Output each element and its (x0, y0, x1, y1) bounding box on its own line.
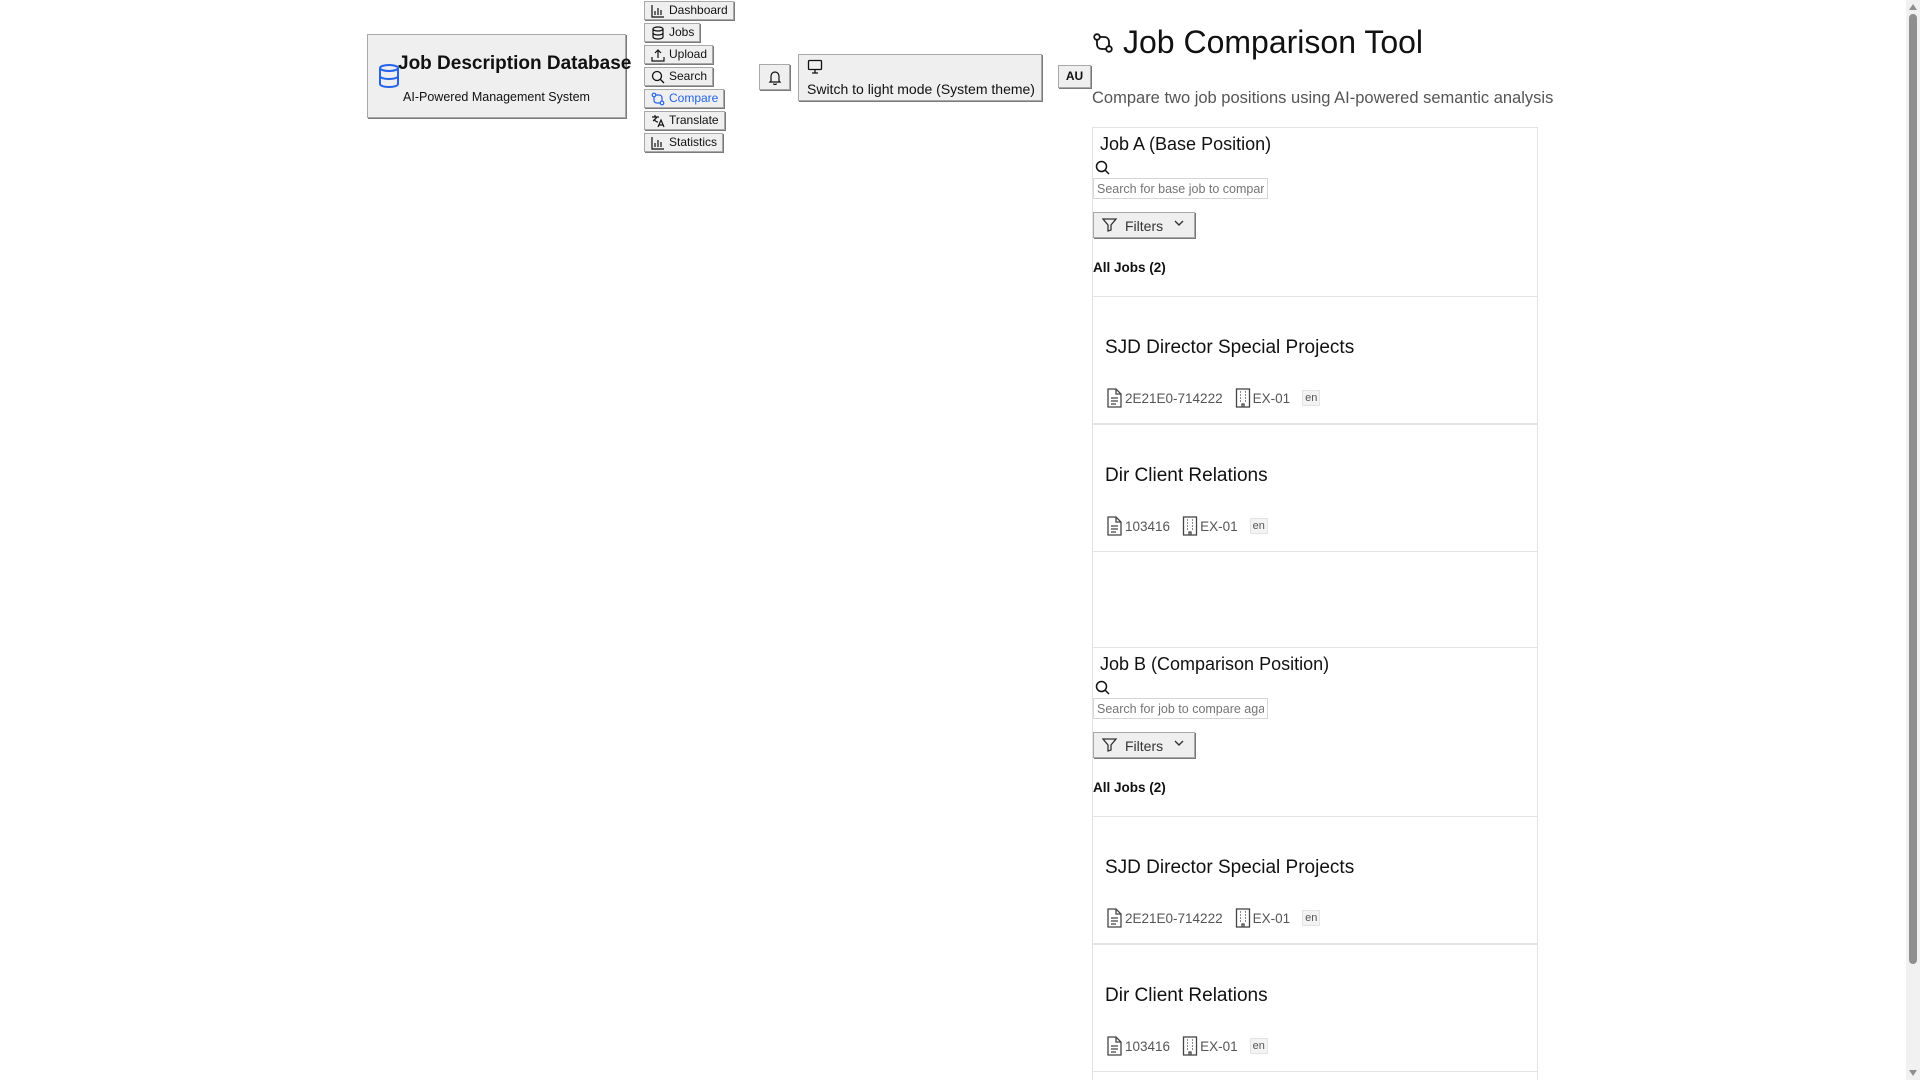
notifications-button[interactable] (759, 64, 790, 90)
job-classification: EX-01 (1252, 910, 1291, 926)
monitor-icon (807, 59, 823, 74)
job-title: Dir Client Relations (1105, 985, 1268, 1006)
job-a-list-item[interactable]: SJD Director Special Projects 2E21E0-714… (1093, 296, 1537, 424)
job-b-filters-button[interactable]: Filters (1093, 732, 1195, 758)
search-icon (651, 70, 665, 84)
job-a-title: Job A (Base Position) (1100, 134, 1272, 154)
language-badge: en (1302, 910, 1321, 926)
job-b-all-jobs-label: All Jobs (2) (1093, 780, 1166, 795)
job-id: 2E21E0-714222 (1125, 910, 1223, 926)
job-id: 103416 (1125, 518, 1171, 534)
file-text-icon (1107, 388, 1122, 408)
app-title: Job Description Database (398, 53, 632, 74)
job-title: Dir Client Relations (1105, 465, 1268, 486)
nav-translate-label: Translate (669, 113, 719, 127)
nav-statistics-label: Statistics (669, 135, 718, 149)
job-a-all-jobs-label: All Jobs (2) (1093, 260, 1166, 275)
user-avatar-button[interactable]: AU (1058, 65, 1091, 88)
bar-chart-icon (651, 5, 664, 18)
scroll-up-arrow[interactable] (1909, 4, 1917, 10)
nav-translate-button[interactable]: Translate (644, 111, 725, 130)
upload-icon (651, 49, 665, 62)
nav-upload-label: Upload (669, 47, 708, 61)
job-a-search-input[interactable] (1093, 178, 1268, 199)
scroll-down-arrow[interactable] (1909, 1070, 1917, 1076)
file-text-icon (1107, 1036, 1122, 1056)
job-id: 2E21E0-714222 (1125, 390, 1223, 406)
job-b-title: Job B (Comparison Position) (1100, 654, 1330, 674)
scroll-thumb[interactable] (1909, 14, 1917, 964)
job-meta: 2E21E0-714222 EX-01 en (1105, 387, 1321, 409)
job-b-list-item[interactable]: SJD Director Special Projects 2E21E0-714… (1093, 816, 1537, 944)
job-a-filters-button[interactable]: Filters (1093, 212, 1195, 238)
filter-icon (1102, 738, 1117, 752)
job-id: 103416 (1125, 1038, 1171, 1054)
building-icon (1182, 1036, 1198, 1056)
chevron-down-icon (1174, 220, 1184, 226)
nav-compare-label: Compare (669, 91, 719, 105)
language-badge: en (1249, 518, 1268, 534)
page-description: Compare two job positions using AI-power… (1092, 89, 1554, 107)
job-title: SJD Director Special Projects (1105, 337, 1355, 358)
nav-jobs-label: Jobs (669, 25, 695, 39)
search-icon (1095, 160, 1110, 175)
job-classification: EX-01 (1200, 518, 1238, 534)
job-a-panel: Job A (Base Position) Filters All Jobs (… (1092, 127, 1538, 647)
job-meta: 103416 EX-01 en (1105, 515, 1268, 537)
file-text-icon (1107, 908, 1122, 928)
nav-jobs-button[interactable]: Jobs (644, 23, 701, 42)
job-b-list-item[interactable]: Dir Client Relations 103416 EX-01 en (1093, 944, 1537, 1072)
job-classification: EX-01 (1200, 1038, 1238, 1054)
nav-compare-button[interactable]: Compare (644, 89, 725, 108)
nav-dashboard-button[interactable]: Dashboard (644, 1, 734, 20)
building-icon (1182, 516, 1198, 536)
theme-toggle-button[interactable]: Switch to light mode (System theme) (798, 54, 1042, 101)
job-a-list-item[interactable]: Dir Client Relations 103416 EX-01 en (1093, 424, 1537, 552)
nav-dashboard-label: Dashboard (669, 3, 728, 17)
filters-label: Filters (1125, 738, 1164, 754)
app-subtitle: AI-Powered Management System (403, 90, 590, 104)
language-badge: en (1249, 1038, 1268, 1054)
job-meta: 2E21E0-714222 EX-01 en (1105, 907, 1321, 929)
job-classification: EX-01 (1252, 390, 1291, 406)
job-title: SJD Director Special Projects (1105, 857, 1355, 878)
nav-statistics-button[interactable]: Statistics (644, 133, 724, 152)
git-compare-icon (1093, 33, 1113, 53)
brand-header[interactable]: Job Description Database AI-Powered Mana… (367, 34, 631, 118)
building-icon (1235, 388, 1250, 408)
job-b-search-input[interactable] (1093, 698, 1268, 719)
building-icon (1235, 908, 1250, 928)
language-badge: en (1302, 390, 1321, 406)
page-scrollbar[interactable] (1906, 0, 1920, 1080)
bell-icon (768, 71, 782, 85)
search-icon (1095, 680, 1110, 695)
job-b-panel: Job B (Comparison Position) Filters All … (1092, 647, 1538, 1080)
git-compare-icon (651, 92, 665, 106)
theme-toggle-label: Switch to light mode (System theme) (807, 81, 1035, 97)
nav-search-button[interactable]: Search (644, 67, 714, 86)
languages-icon (652, 115, 665, 128)
file-text-icon (1107, 516, 1122, 536)
job-meta: 103416 EX-01 en (1105, 1035, 1268, 1057)
bar-chart-icon (651, 137, 664, 150)
nav-upload-button[interactable]: Upload (644, 45, 714, 64)
filters-label: Filters (1125, 218, 1164, 234)
database-icon (652, 26, 664, 40)
chevron-down-icon (1174, 740, 1184, 746)
page-title: Job Comparison Tool (1123, 24, 1424, 60)
filter-icon (1102, 218, 1117, 232)
nav-search-label: Search (669, 69, 708, 83)
